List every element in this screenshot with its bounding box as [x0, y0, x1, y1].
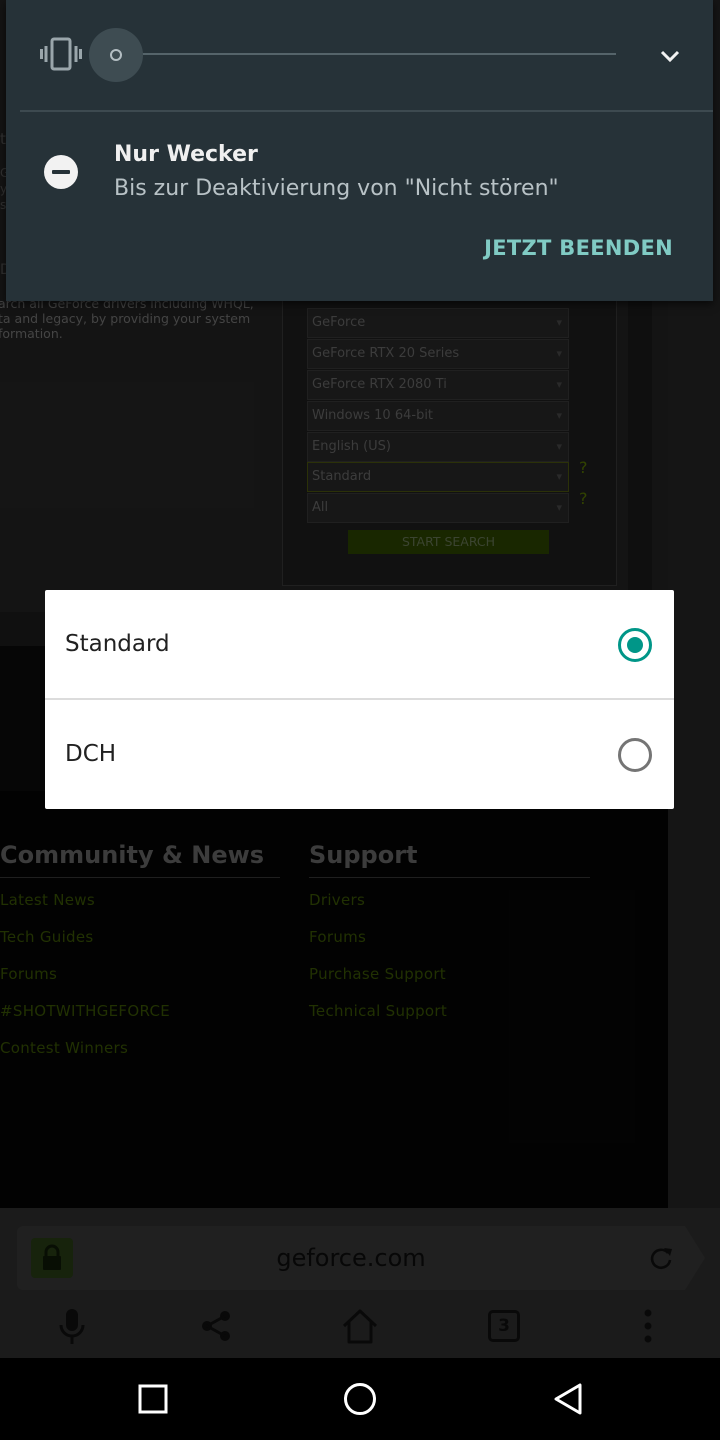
chevron-down-icon[interactable]	[658, 44, 682, 68]
do-not-disturb-icon	[44, 155, 78, 189]
back-icon[interactable]	[543, 1376, 593, 1422]
shade-divider	[20, 110, 713, 112]
volume-slider-thumb[interactable]	[110, 49, 122, 61]
notification-shade: Nur Wecker Bis zur Deaktivierung von "Ni…	[6, 0, 713, 301]
volume-slider-track[interactable]	[116, 53, 616, 55]
system-navigation-bar	[0, 1358, 720, 1440]
option-label[interactable]: Standard	[65, 590, 170, 699]
option-dch[interactable]: DCH	[45, 700, 674, 809]
option-label[interactable]: DCH	[65, 700, 116, 809]
end-now-button[interactable]: JETZT BEENDEN	[484, 236, 673, 260]
dnd-title: Nur Wecker	[114, 142, 258, 167]
home-nav-icon[interactable]	[335, 1376, 385, 1422]
dnd-subtitle: Bis zur Deaktivierung von "Nicht stören"	[114, 176, 559, 201]
driver-type-dialog: Standard DCH	[45, 590, 674, 809]
vibrate-icon[interactable]	[40, 36, 82, 72]
radio-selected-icon[interactable]	[618, 628, 652, 662]
radio-unselected-icon[interactable]	[618, 738, 652, 772]
option-standard[interactable]: Standard	[45, 590, 674, 700]
recents-icon[interactable]	[128, 1376, 178, 1422]
